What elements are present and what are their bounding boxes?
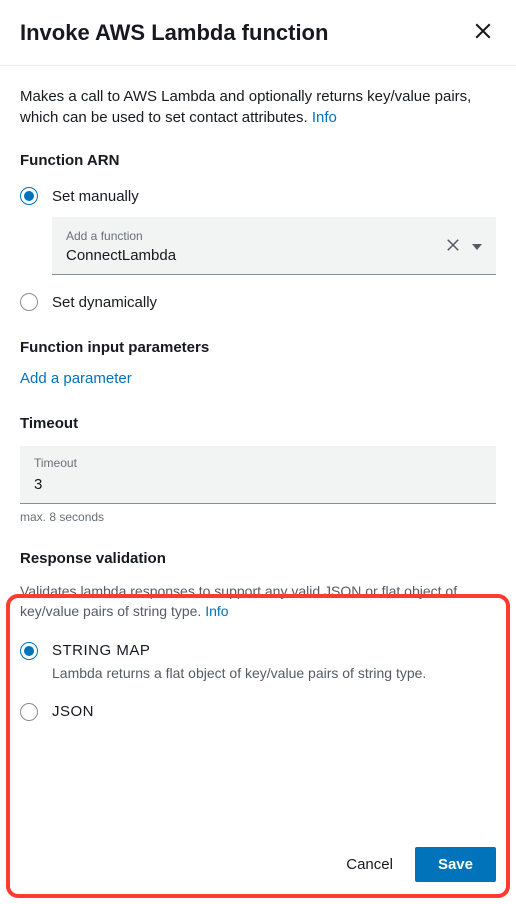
panel-title: Invoke AWS Lambda function xyxy=(20,20,328,46)
response-validation-section: Response validation Validates lambda res… xyxy=(20,544,496,721)
lambda-config-panel: Invoke AWS Lambda function Makes a call … xyxy=(0,0,516,904)
string-map-content: STRING MAP Lambda returns a flat object … xyxy=(52,642,426,693)
radio-label-json: JSON xyxy=(52,703,94,720)
cancel-button[interactable]: Cancel xyxy=(342,848,397,881)
radio-button-manual[interactable] xyxy=(20,187,38,205)
timeout-section-label: Timeout xyxy=(20,415,496,432)
function-dropdown-text: Add a function ConnectLambda xyxy=(66,229,176,264)
save-button[interactable]: Save xyxy=(415,847,496,882)
radio-json[interactable]: JSON xyxy=(20,703,496,721)
response-validation-label: Response validation xyxy=(20,550,496,567)
add-parameter-link[interactable]: Add a parameter xyxy=(20,370,132,387)
radio-label-manual: Set manually xyxy=(52,188,139,205)
radio-set-manually[interactable]: Set manually xyxy=(20,183,496,209)
response-validation-description-text: Validates lambda responses to support an… xyxy=(20,583,457,619)
radio-string-map[interactable]: STRING MAP Lambda returns a flat object … xyxy=(20,642,496,693)
function-dropdown-value: ConnectLambda xyxy=(66,247,176,264)
panel-body: Makes a call to AWS Lambda and optionall… xyxy=(0,66,516,831)
timeout-field-label: Timeout xyxy=(34,456,482,470)
panel-header: Invoke AWS Lambda function xyxy=(0,0,516,66)
function-dropdown[interactable]: Add a function ConnectLambda xyxy=(52,217,496,275)
input-params-label: Function input parameters xyxy=(20,339,496,356)
panel-footer: Cancel Save xyxy=(0,831,516,904)
panel-description: Makes a call to AWS Lambda and optionall… xyxy=(20,86,496,128)
clear-icon xyxy=(446,238,460,255)
info-link[interactable]: Info xyxy=(312,109,337,126)
radio-label-string-map: STRING MAP xyxy=(52,642,426,659)
radio-button-json[interactable] xyxy=(20,703,38,721)
close-icon xyxy=(474,22,492,43)
function-arn-radio-group: Set manually Add a function ConnectLambd… xyxy=(20,183,496,315)
radio-button-string-map[interactable] xyxy=(20,642,38,660)
dropdown-toggle-button[interactable] xyxy=(472,244,482,250)
timeout-input[interactable]: Timeout 3 xyxy=(20,446,496,504)
radio-sub-string-map: Lambda returns a flat object of key/valu… xyxy=(52,665,426,681)
description-text: Makes a call to AWS Lambda and optionall… xyxy=(20,88,471,126)
response-validation-description: Validates lambda responses to support an… xyxy=(20,581,496,622)
timeout-hint: max. 8 seconds xyxy=(20,510,496,524)
clear-function-button[interactable] xyxy=(446,238,460,255)
function-dropdown-actions xyxy=(446,238,482,255)
function-dropdown-label: Add a function xyxy=(66,229,176,243)
radio-set-dynamically[interactable]: Set dynamically xyxy=(20,289,496,315)
function-arn-label: Function ARN xyxy=(20,152,496,169)
caret-down-icon xyxy=(472,244,482,250)
timeout-value: 3 xyxy=(34,476,482,493)
radio-button-dynamic[interactable] xyxy=(20,293,38,311)
radio-label-dynamic: Set dynamically xyxy=(52,294,157,311)
json-content: JSON xyxy=(52,703,94,720)
close-button[interactable] xyxy=(470,18,496,47)
response-info-link[interactable]: Info xyxy=(205,603,228,619)
